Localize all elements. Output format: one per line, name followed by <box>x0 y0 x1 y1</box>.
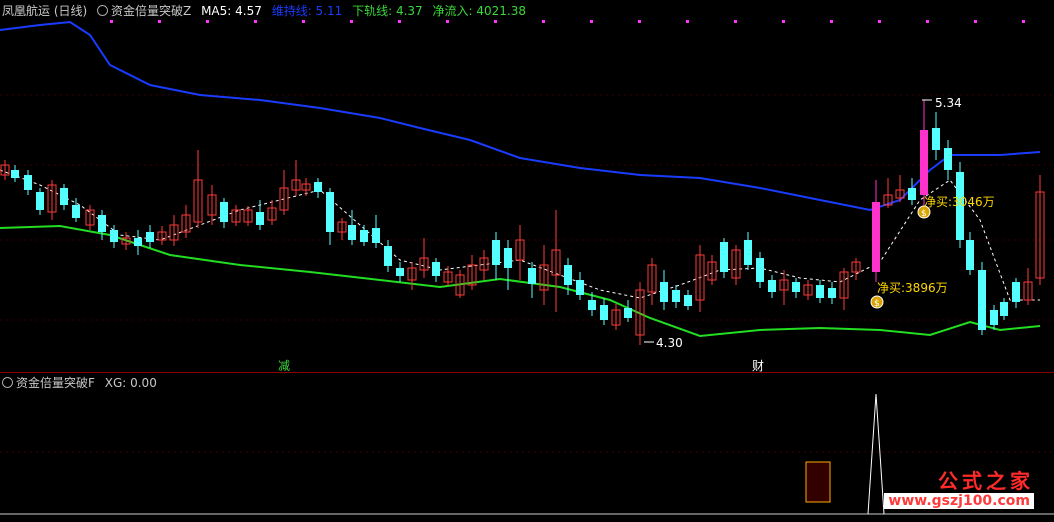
candle-body <box>990 310 998 325</box>
candle-body <box>1012 282 1020 302</box>
brand-logo-icon <box>805 461 831 503</box>
candle-body <box>256 212 264 225</box>
main-chart-panel[interactable]: $ $ 凤凰航运 (日线) 资金倍量突破Z MA5: 4.57 维持线: 5.11… <box>0 0 1054 373</box>
candle-body <box>372 228 380 243</box>
top-dot <box>1022 20 1025 23</box>
money-bag-glyph: $ <box>921 209 927 219</box>
sub-indicator-name[interactable]: 资金倍量突破F <box>16 376 95 390</box>
upper-band-line <box>0 20 1041 212</box>
top-dot <box>974 20 977 23</box>
main-header: 凤凰航运 (日线) 资金倍量突破Z MA5: 4.57 维持线: 5.11 下轨… <box>2 2 532 19</box>
candle-body <box>768 280 776 292</box>
candle-body <box>932 128 940 150</box>
top-dot <box>398 20 401 23</box>
candle-body <box>944 148 952 170</box>
candle-body <box>360 230 368 242</box>
candle-body <box>792 282 800 292</box>
candle-body <box>98 215 106 232</box>
candle-body <box>72 205 80 218</box>
sub-header: 资金倍量突破F XG: 0.00 <box>2 374 163 391</box>
candle-body <box>432 262 440 276</box>
brand-text: 公式之家 <box>938 469 1034 493</box>
low-price-label: 4.30 <box>656 336 683 350</box>
candle-body <box>672 290 680 302</box>
candle-body <box>492 240 500 265</box>
candle-body <box>326 192 334 232</box>
top-dot <box>542 20 545 23</box>
money-bag-icon: $ <box>870 295 884 309</box>
net-buy-label-2: 净买:3046万 <box>924 195 995 209</box>
candle-body <box>528 268 536 284</box>
settings-circle-icon[interactable] <box>2 377 13 388</box>
lower-line-value: 下轨线: 4.37 <box>352 4 423 18</box>
candle-body <box>110 230 118 242</box>
top-dot <box>110 20 113 23</box>
net-inflow-value: 净流入: 4021.38 <box>432 4 526 18</box>
brand-watermark: 公式之家 www.gszj100.com <box>884 465 1034 509</box>
top-dot <box>158 20 161 23</box>
top-dot <box>446 20 449 23</box>
top-dot <box>494 20 497 23</box>
candle-body <box>624 308 632 318</box>
candle-body <box>588 300 596 310</box>
top-dot <box>830 20 833 23</box>
top-dot <box>254 20 257 23</box>
candle-body <box>60 188 68 205</box>
candle-body <box>816 285 824 298</box>
candle-body <box>348 225 356 240</box>
candle-body <box>576 280 584 295</box>
xg-value: XG: 0.00 <box>104 376 157 390</box>
ma5-value: MA5: 4.57 <box>201 4 262 18</box>
candle-body <box>1000 302 1008 316</box>
top-dot <box>734 20 737 23</box>
brand-url: www.gszj100.com <box>884 493 1034 509</box>
candle-body <box>564 265 572 285</box>
money-bag-glyph: $ <box>874 299 880 309</box>
candle-body <box>978 270 986 330</box>
net-buy-label-1: 净买:3896万 <box>877 281 948 295</box>
candle-body <box>146 232 154 242</box>
candle-body <box>504 248 512 268</box>
top-dot <box>926 20 929 23</box>
candle-body <box>660 282 668 302</box>
sub-chart-panel[interactable]: 资金倍量突破F XG: 0.00 公式之家 www.gszj100.com <box>0 372 1054 518</box>
top-dot <box>638 20 641 23</box>
candle-body <box>920 130 928 195</box>
candle-body <box>756 258 764 282</box>
candle-body <box>872 202 880 272</box>
top-dot <box>782 20 785 23</box>
top-dot <box>350 20 353 23</box>
candle-body <box>220 202 228 222</box>
top-dot <box>878 20 881 23</box>
stock-title: 凤凰航运 (日线) <box>2 4 88 18</box>
candle-body <box>134 238 142 246</box>
candle-body <box>396 268 404 276</box>
settings-circle-icon[interactable] <box>97 5 109 16</box>
high-price-label: 5.34 <box>935 96 962 110</box>
signal-spike <box>867 393 885 515</box>
candle-body <box>908 188 916 200</box>
candle-body <box>684 295 692 306</box>
indicator-name[interactable]: 资金倍量突破Z <box>111 4 191 18</box>
candle-body <box>720 242 728 272</box>
top-dot <box>206 20 209 23</box>
upper-line-value: 维持线: 5.11 <box>271 4 343 18</box>
top-dot <box>302 20 305 23</box>
top-dot <box>686 20 689 23</box>
candle-body <box>384 246 392 266</box>
candle-body <box>600 305 608 320</box>
candle-body <box>744 240 752 265</box>
candle-body <box>24 175 32 190</box>
candle-body <box>36 192 44 210</box>
candle-body <box>828 288 836 298</box>
candle-body <box>966 240 974 270</box>
candle-body <box>11 170 19 178</box>
candlestick-chart[interactable]: $$ <box>0 0 1054 372</box>
top-dot <box>590 20 593 23</box>
candle-body <box>314 182 322 192</box>
